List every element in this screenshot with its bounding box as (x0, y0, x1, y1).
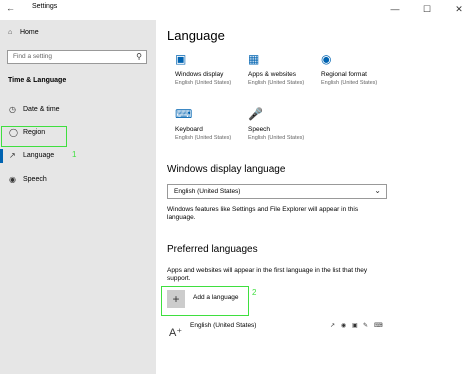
annotation-box-1 (1, 126, 67, 147)
close-button[interactable]: ✕ (444, 1, 474, 17)
tile-speech[interactable]: 🎤 Speech English (United States) (248, 108, 320, 148)
sidebar-item-label: Date & time (23, 106, 60, 113)
tile-title: Windows display (175, 71, 224, 78)
sidebar: ⌂ Home Find a setting ⚲ Time & Language … (0, 20, 156, 374)
display-language-description: Windows features like Settings and File … (167, 206, 359, 221)
apps-icon: ▦ (248, 52, 260, 66)
voice-icon: ▣ (352, 323, 358, 329)
display-language-heading: Windows display language (167, 164, 286, 175)
sidebar-item-label: Language (23, 152, 55, 159)
tile-regional-format[interactable]: ◉ Regional format English (United States… (321, 53, 393, 93)
display-language-value: English (United States) (174, 188, 241, 195)
regional-format-icon: ◉ (321, 52, 332, 66)
microphone-icon: 🎤 (248, 107, 263, 121)
display-language-select[interactable]: English (United States) ⌄ (167, 184, 387, 199)
microphone-icon: ◉ (9, 175, 16, 184)
speech-icon: ◉ (341, 323, 347, 329)
preferred-languages-description: Apps and websites will appear in the fir… (167, 267, 368, 282)
sidebar-item-speech[interactable]: ◉ Speech (0, 171, 156, 189)
sidebar-item-date-time[interactable]: ◷ Date & time (0, 101, 156, 119)
handwriting-icon: ✎ (363, 323, 369, 329)
keyboard-icon: ⌨ (175, 107, 193, 121)
home-icon: ⌂ (8, 29, 13, 36)
tile-keyboard[interactable]: ⌨ Keyboard English (United States) (175, 108, 247, 148)
calendar-clock-icon: ◷ (9, 105, 16, 114)
chevron-down-icon: ⌄ (374, 186, 381, 195)
search-input[interactable]: Find a setting ⚲ (7, 50, 147, 64)
tile-subtitle: English (United States) (175, 135, 232, 141)
annotation-number-1: 1 (72, 150, 77, 159)
sidebar-home[interactable]: ⌂ Home (8, 29, 39, 36)
tile-subtitle: English (United States) (248, 80, 305, 86)
tile-subtitle: English (United States) (248, 135, 305, 141)
sidebar-item-language[interactable]: ↗ Language (0, 147, 156, 165)
language-list-item[interactable]: English (United States) (190, 322, 256, 329)
back-arrow-icon[interactable]: ← (6, 3, 15, 13)
search-placeholder: Find a setting (13, 53, 53, 60)
tile-subtitle: English (United States) (321, 80, 378, 86)
active-indicator (0, 149, 3, 163)
display-language-icon: ↗ (330, 323, 336, 329)
window-title: Settings (32, 3, 58, 10)
tile-title: Keyboard (175, 126, 203, 133)
tile-subtitle: English (United States) (175, 80, 232, 86)
preferred-languages-heading: Preferred languages (167, 244, 258, 255)
tile-title: Speech (248, 126, 271, 133)
monitor-icon: ▣ (175, 52, 187, 66)
search-icon[interactable]: ⚲ (136, 52, 142, 61)
sidebar-section-heading: Time & Language (8, 77, 67, 84)
language-font-icon: A⁺ (169, 327, 183, 339)
tile-title: Apps & websites (248, 71, 297, 78)
page-title: Language (167, 28, 225, 43)
tile-apps-websites[interactable]: ▦ Apps & websites English (United States… (248, 53, 320, 93)
settings-window: ← Settings — ☐ ✕ ⌂ Home Find a setting ⚲… (0, 0, 474, 374)
annotation-number-2: 2 (252, 288, 257, 297)
title-bar: ← Settings — ☐ ✕ (0, 0, 474, 20)
keyboard-icon: ⌨ (374, 323, 383, 329)
maximize-button[interactable]: ☐ (412, 1, 442, 17)
tile-title: Regional format (321, 71, 367, 78)
sidebar-home-label: Home (19, 29, 39, 36)
main-pane: Language ▣ Windows display English (Unit… (156, 20, 474, 374)
language-icon: ↗ (9, 151, 16, 160)
minimize-button[interactable]: — (380, 1, 410, 17)
tile-windows-display[interactable]: ▣ Windows display English (United States… (175, 53, 247, 93)
sidebar-item-label: Speech (23, 176, 47, 183)
annotation-box-2 (161, 286, 249, 316)
